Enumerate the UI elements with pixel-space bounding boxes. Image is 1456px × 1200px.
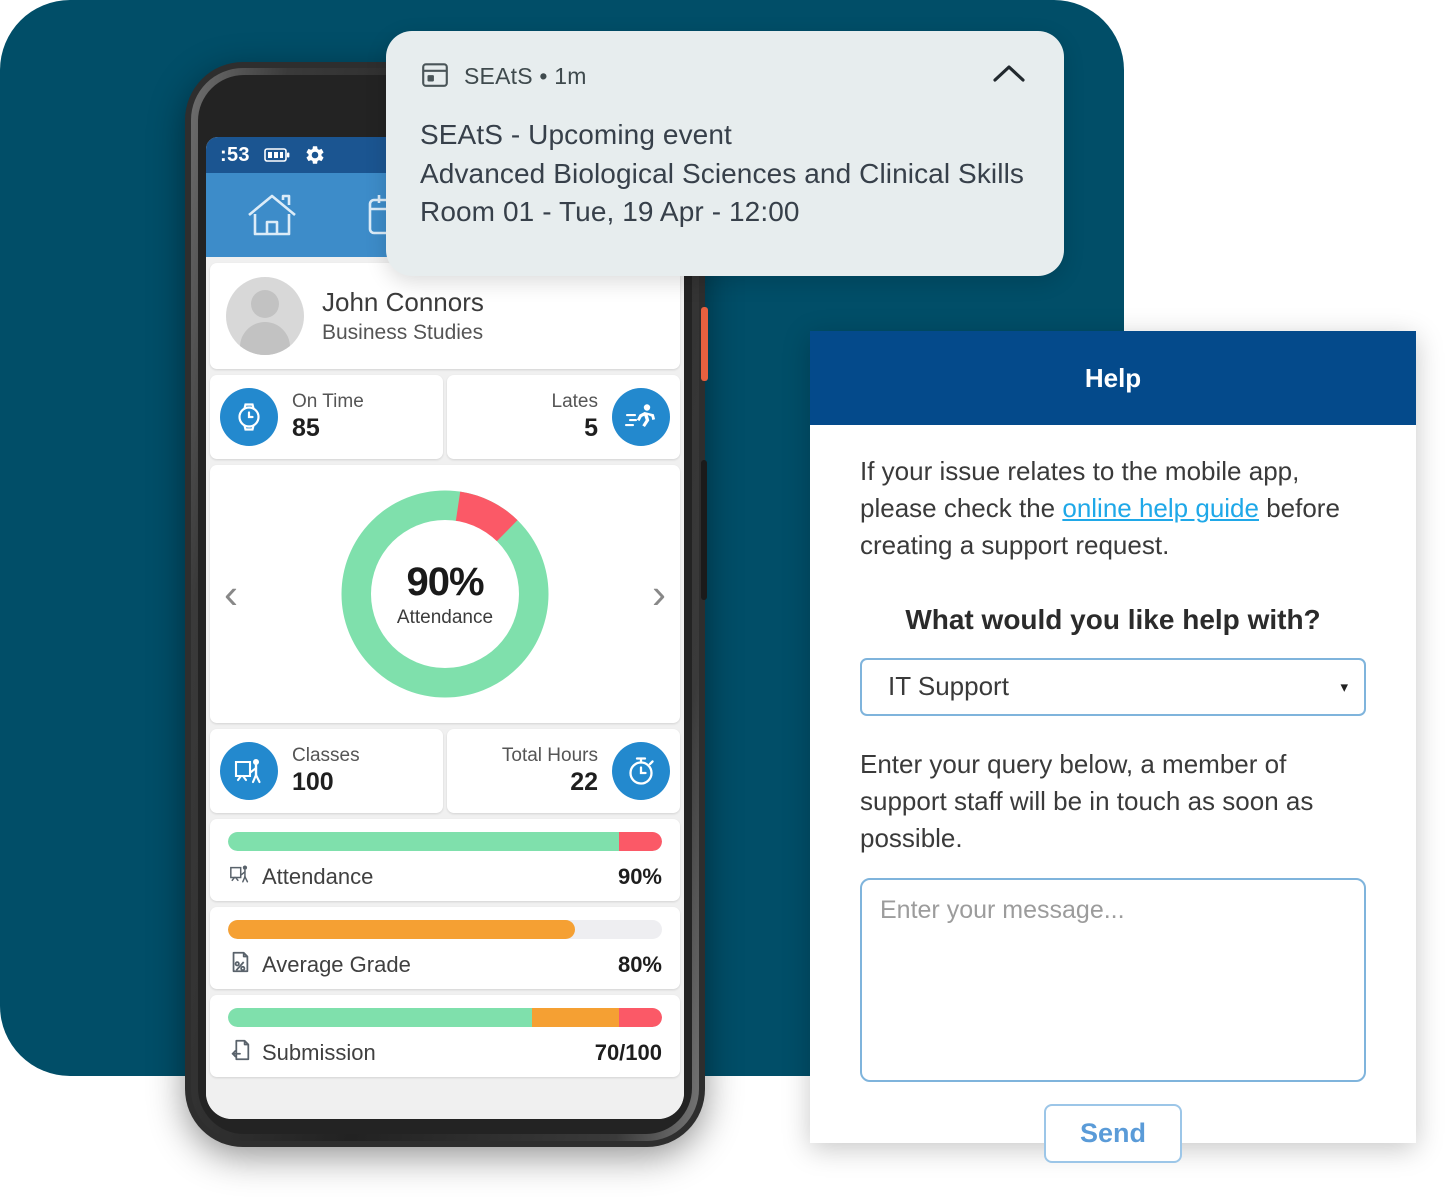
send-button[interactable]: Send	[1043, 1104, 1182, 1164]
stat-classes[interactable]: Classes 100	[210, 729, 443, 813]
help-category-select[interactable]: IT Support ▾	[860, 657, 1366, 716]
submission-icon	[228, 1038, 252, 1067]
watch-icon	[220, 388, 278, 446]
stat-classes-text: Classes 100	[278, 745, 374, 797]
donut-center: 90% Attendance	[371, 520, 519, 668]
notification-app-name: SEAtS • 1m	[464, 63, 587, 89]
volume-button[interactable]	[701, 460, 707, 600]
help-instruction-text: Enter your query below, a member of supp…	[860, 748, 1314, 853]
avatar	[226, 277, 304, 355]
progress-submission: Submission 70/100	[210, 995, 680, 1077]
classroom-icon	[228, 862, 252, 891]
stat-on-time-label: On Time	[292, 391, 364, 412]
progress-label: Average Grade	[262, 951, 411, 977]
notification-card[interactable]: SEAtS • 1m SEAtS - Upcoming event Advanc…	[386, 31, 1064, 276]
chevron-left-icon[interactable]: ‹	[224, 573, 238, 615]
notification-line-1: SEAtS - Upcoming event	[420, 119, 732, 150]
chevron-up-icon[interactable]	[988, 61, 1030, 92]
stat-total-hours-value: 22	[570, 768, 598, 796]
progress-segment	[228, 920, 576, 939]
running-icon	[612, 388, 670, 446]
stat-classes-value: 100	[292, 768, 334, 796]
profile-course: Business Studies	[322, 320, 484, 344]
power-button[interactable]	[701, 307, 708, 381]
online-help-guide-link[interactable]: online help guide	[1062, 493, 1259, 523]
progress-segment	[228, 1008, 532, 1027]
phone-screen: :53 John Connors Business Studies On Tim…	[206, 137, 684, 1119]
progress-attendance: Attendance 90%	[210, 819, 680, 901]
stat-total-hours[interactable]: Total Hours 22	[447, 729, 680, 813]
progress-track	[228, 920, 662, 939]
progress-track	[228, 1008, 662, 1027]
help-dialog-title: Help	[1084, 362, 1142, 393]
stat-lates-value: 5	[584, 414, 598, 442]
attendance-donut-card: ‹ 90% Attendance ›	[210, 465, 680, 723]
progress-value: 90%	[617, 863, 662, 889]
progress-segment	[618, 832, 662, 851]
stat-total-hours-text: Total Hours 22	[488, 745, 612, 797]
progress-meta: Average Grade 80%	[228, 950, 662, 979]
stat-lates-text: Lates 5	[538, 391, 612, 443]
stat-on-time[interactable]: On Time 85	[210, 375, 443, 459]
app-content: John Connors Business Studies On Time 85…	[206, 257, 684, 1119]
stopwatch-icon	[612, 742, 670, 800]
screenshot-root: :53 John Connors Business Studies On Tim…	[0, 0, 1456, 1200]
progress-value: 70/100	[594, 1039, 662, 1065]
battery-icon	[264, 147, 290, 163]
help-question-heading: What would you like help with?	[905, 603, 1321, 635]
help-message-placeholder: Enter your message...	[880, 896, 1125, 925]
notification-body: SEAtS - Upcoming event Advanced Biologic…	[420, 116, 1030, 232]
stat-on-time-text: On Time 85	[278, 391, 378, 443]
stats-row-top: On Time 85 Lates 5	[210, 375, 680, 459]
progress-value: 80%	[617, 951, 662, 977]
stat-total-hours-label: Total Hours	[501, 745, 598, 766]
progress-meta: Attendance 90%	[228, 862, 662, 891]
stat-lates[interactable]: Lates 5	[447, 375, 680, 459]
progress-segment	[228, 832, 619, 851]
notification-header: SEAtS • 1m	[420, 59, 1030, 94]
profile-name: John Connors	[322, 287, 484, 318]
help-category-value: IT Support	[888, 671, 1009, 702]
progress-segment	[531, 1008, 619, 1027]
gear-icon[interactable]	[304, 144, 326, 166]
status-bar-time: :53	[220, 143, 250, 166]
chevron-down-icon: ▾	[1340, 678, 1348, 696]
progress-average-grade: Average Grade 80%	[210, 907, 680, 989]
profile-card[interactable]: John Connors Business Studies	[210, 263, 680, 369]
progress-meta: Submission 70/100	[228, 1038, 662, 1067]
attendance-donut-chart: 90% Attendance	[338, 487, 552, 701]
progress-track	[228, 832, 662, 851]
notification-line-3: Room 01 - Tue, 19 Apr - 12:00	[420, 196, 800, 228]
help-dialog: Help If your issue relates to the mobile…	[810, 331, 1416, 1164]
progress-segment	[618, 1008, 662, 1027]
progress-label: Submission	[262, 1039, 376, 1065]
help-actions: Send	[860, 1104, 1366, 1164]
grade-icon	[228, 950, 252, 979]
chevron-right-icon[interactable]: ›	[652, 573, 666, 615]
stats-row-bottom: Classes 100 Total Hours 22	[210, 729, 680, 813]
notification-line-2: Advanced Biological Sciences and Clinica…	[420, 157, 1024, 189]
donut-percent: 90%	[406, 559, 484, 604]
help-dialog-content: If your issue relates to the mobile app,…	[810, 425, 1416, 1164]
help-intro-text: If your issue relates to the mobile app,…	[860, 453, 1366, 564]
stat-classes-label: Classes	[292, 745, 360, 766]
donut-caption: Attendance	[396, 606, 494, 628]
help-dialog-header: Help	[810, 331, 1416, 425]
progress-label: Attendance	[262, 863, 374, 889]
tab-home[interactable]	[214, 173, 330, 257]
classroom-icon	[220, 742, 278, 800]
help-message-input[interactable]: Enter your message...	[860, 878, 1366, 1083]
stat-lates-label: Lates	[551, 391, 598, 412]
stat-on-time-value: 85	[292, 414, 320, 442]
calendar-icon	[420, 59, 450, 94]
